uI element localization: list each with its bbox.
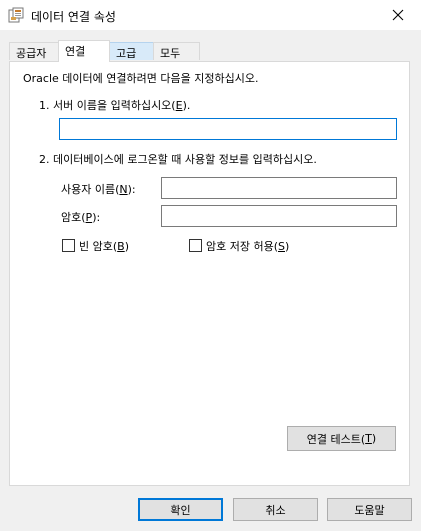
- test-connection-button[interactable]: 연결 테스트(T): [287, 426, 396, 451]
- tab-advanced[interactable]: 고급: [109, 42, 154, 60]
- username-label: 사용자 이름(N):: [61, 183, 136, 196]
- intro-text: Oracle 데이터에 연결하려면 다음을 지정하십시오.: [23, 72, 259, 85]
- title-bar: 데이터 연결 속성: [0, 0, 421, 30]
- allow-save-password-label: 암호 저장 허용(S): [206, 240, 290, 253]
- password-label: 암호(P):: [61, 211, 101, 224]
- connection-panel: Oracle 데이터에 연결하려면 다음을 지정하십시오. 1. 서버 이름을 …: [9, 61, 410, 486]
- ok-button[interactable]: 확인: [138, 498, 223, 521]
- tab-provider[interactable]: 공급자: [9, 42, 59, 60]
- window-title: 데이터 연결 속성: [31, 10, 116, 24]
- step2-label: 2. 데이터베이스에 로그온할 때 사용할 정보를 입력하십시오.: [39, 153, 317, 166]
- username-input[interactable]: [161, 177, 397, 199]
- server-name-input[interactable]: [59, 118, 397, 140]
- help-button[interactable]: 도움말: [327, 498, 412, 521]
- step1-label: 1. 서버 이름을 입력하십시오(E).: [39, 99, 191, 112]
- password-input[interactable]: [161, 205, 397, 227]
- tab-connection[interactable]: 연결: [58, 40, 110, 62]
- close-icon: [392, 9, 404, 21]
- blank-password-checkbox[interactable]: [62, 239, 75, 252]
- close-button[interactable]: [375, 0, 421, 30]
- cancel-button[interactable]: 취소: [233, 498, 318, 521]
- data-link-icon: [8, 7, 24, 23]
- tab-all[interactable]: 모두: [153, 42, 200, 60]
- blank-password-label: 빈 암호(B): [79, 240, 129, 253]
- allow-save-password-checkbox[interactable]: [189, 239, 202, 252]
